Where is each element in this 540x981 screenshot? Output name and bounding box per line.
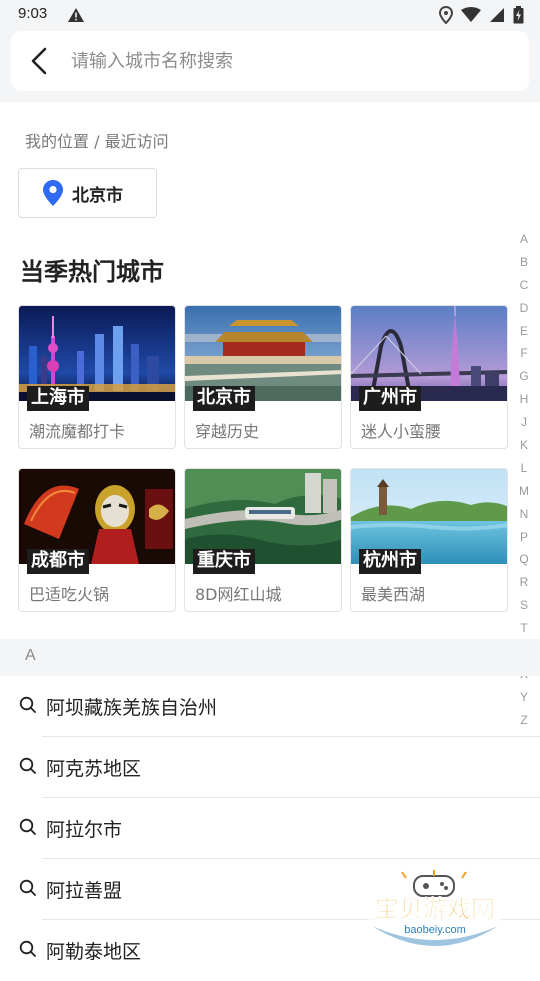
status-time: 9:03 (18, 5, 48, 22)
hot-cities-title: 当季热门城市 (20, 258, 164, 286)
city-list-item-label: 阿坝藏族羌族自治州 (46, 697, 218, 719)
battery-icon (513, 6, 524, 24)
city-name-hangzhou: 杭州市 (359, 549, 421, 574)
watermark-text: 宝贝游戏网 (375, 895, 495, 923)
city-list-item[interactable]: 阿克苏地区 (0, 737, 540, 798)
index-letter[interactable]: K (516, 434, 532, 457)
warning-icon (68, 8, 84, 22)
city-tagline-chongqing: 8D网红山城 (195, 585, 282, 604)
city-tagline-shanghai: 潮流魔都打卡 (29, 422, 126, 441)
index-letter[interactable]: H (516, 388, 532, 411)
search-icon (19, 940, 36, 957)
search-bar (11, 31, 529, 91)
city-card-chongqing[interactable]: 重庆市 8D网红山城 (184, 468, 342, 612)
city-tagline-chengdu: 巴适吃火锅 (29, 585, 110, 604)
index-letter[interactable]: P (516, 526, 532, 549)
index-letter[interactable]: A (516, 228, 532, 251)
city-list-item-label: 阿拉尔市 (46, 819, 123, 841)
index-letter[interactable]: D (516, 297, 532, 320)
city-card-guangzhou[interactable]: 广州市 迷人小蛮腰 (350, 305, 508, 449)
index-letter[interactable]: J (516, 411, 532, 434)
city-list-item[interactable]: 阿拉尔市 (0, 798, 540, 859)
index-letter[interactable]: S (516, 594, 532, 617)
index-letter[interactable]: L (516, 457, 532, 480)
city-tagline-guangzhou: 迷人小蛮腰 (361, 422, 442, 441)
city-tagline-hangzhou: 最美西湖 (361, 585, 426, 604)
search-input[interactable] (71, 41, 511, 81)
city-card-shanghai[interactable]: 上海市 潮流魔都打卡 (18, 305, 176, 449)
current-location-name: 北京市 (72, 185, 123, 206)
city-list-item[interactable]: 阿坝藏族羌族自治州 (0, 676, 540, 737)
city-card-hangzhou[interactable]: 杭州市 最美西湖 (350, 468, 508, 612)
location-pin-icon (43, 180, 63, 206)
letter-header-label: A (25, 647, 36, 664)
city-card-beijing[interactable]: 北京市 穿越历史 (184, 305, 342, 449)
city-list-letter-header: A (0, 639, 540, 676)
location-status-icon (439, 6, 453, 24)
search-icon (19, 818, 36, 835)
current-location-chip[interactable]: 北京市 (18, 168, 157, 218)
back-arrow-icon[interactable] (25, 46, 55, 76)
index-letter[interactable]: T (516, 617, 532, 640)
index-letter[interactable]: Q (516, 548, 532, 571)
index-letter[interactable]: E (516, 320, 532, 343)
signal-icon (490, 8, 504, 22)
city-tagline-beijing: 穿越历史 (195, 422, 260, 441)
index-letter[interactable]: F (516, 342, 532, 365)
index-letter[interactable]: B (516, 251, 532, 274)
location-section-label: 我的位置 / 最近访问 (25, 132, 169, 151)
search-header (0, 30, 540, 102)
city-name-shanghai: 上海市 (27, 386, 89, 411)
city-name-guangzhou: 广州市 (359, 386, 421, 411)
wifi-icon (461, 7, 481, 22)
city-list-item-label: 阿拉善盟 (46, 880, 123, 902)
city-name-chengdu: 成都市 (27, 549, 89, 574)
city-name-chongqing: 重庆市 (193, 549, 255, 574)
search-icon (19, 696, 36, 713)
city-list-item-label: 阿克苏地区 (46, 758, 142, 780)
watermark-logo: 宝贝游戏网 baobeiy.com (369, 870, 501, 946)
search-icon (19, 757, 36, 774)
index-letter[interactable]: G (516, 365, 532, 388)
index-letter[interactable]: R (516, 571, 532, 594)
index-letter[interactable]: M (516, 480, 532, 503)
index-letter[interactable]: C (516, 274, 532, 297)
watermark-url: baobeiy.com (404, 924, 466, 936)
city-card-chengdu[interactable]: 成都市 巴适吃火锅 (18, 468, 176, 612)
status-bar: 9:03 (0, 0, 540, 30)
search-icon (19, 879, 36, 896)
city-name-beijing: 北京市 (193, 386, 255, 411)
index-letter[interactable]: N (516, 503, 532, 526)
